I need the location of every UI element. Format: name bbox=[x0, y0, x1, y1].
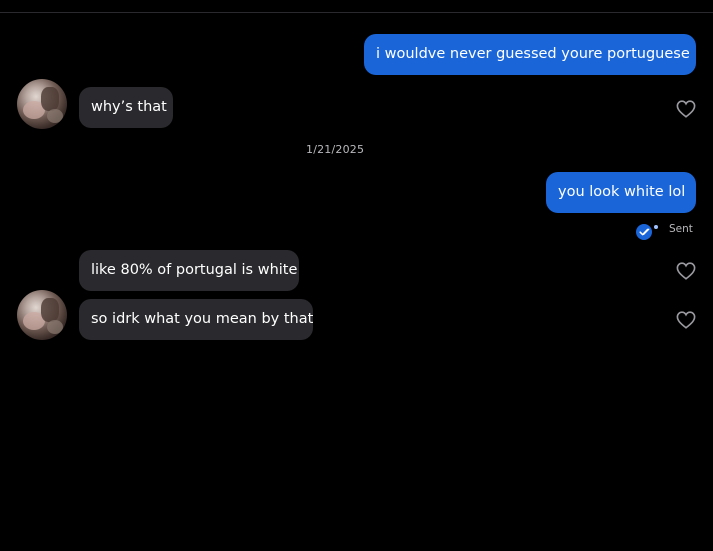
message-text: like 80% of portugal is white bbox=[91, 262, 298, 278]
outgoing-message[interactable]: i wouldve never guessed youre portuguese bbox=[364, 34, 696, 75]
heart-outline-icon[interactable] bbox=[676, 100, 696, 118]
status-label: Sent bbox=[669, 223, 693, 235]
heart-outline-icon[interactable] bbox=[676, 311, 696, 329]
message-text: you look white lol bbox=[558, 184, 686, 200]
date-separator: 1/21/2025 bbox=[306, 143, 365, 156]
contact-avatar[interactable] bbox=[17, 290, 67, 340]
contact-avatar[interactable] bbox=[17, 79, 67, 129]
chat-thread: i wouldve never guessed youre portuguese… bbox=[0, 0, 713, 551]
header-divider bbox=[0, 12, 713, 13]
message-text: i wouldve never guessed youre portuguese bbox=[376, 46, 690, 62]
incoming-message[interactable]: so idrk what you mean by that bbox=[79, 299, 313, 340]
message-text: so idrk what you mean by that bbox=[91, 311, 314, 327]
message-text: why’s that bbox=[91, 99, 167, 115]
heart-outline-icon[interactable] bbox=[676, 262, 696, 280]
incoming-message[interactable]: why’s that bbox=[79, 87, 173, 128]
outgoing-message[interactable]: you look white lol bbox=[546, 172, 696, 213]
incoming-message[interactable]: like 80% of portugal is white bbox=[79, 250, 299, 291]
read-check-icon bbox=[636, 224, 658, 240]
